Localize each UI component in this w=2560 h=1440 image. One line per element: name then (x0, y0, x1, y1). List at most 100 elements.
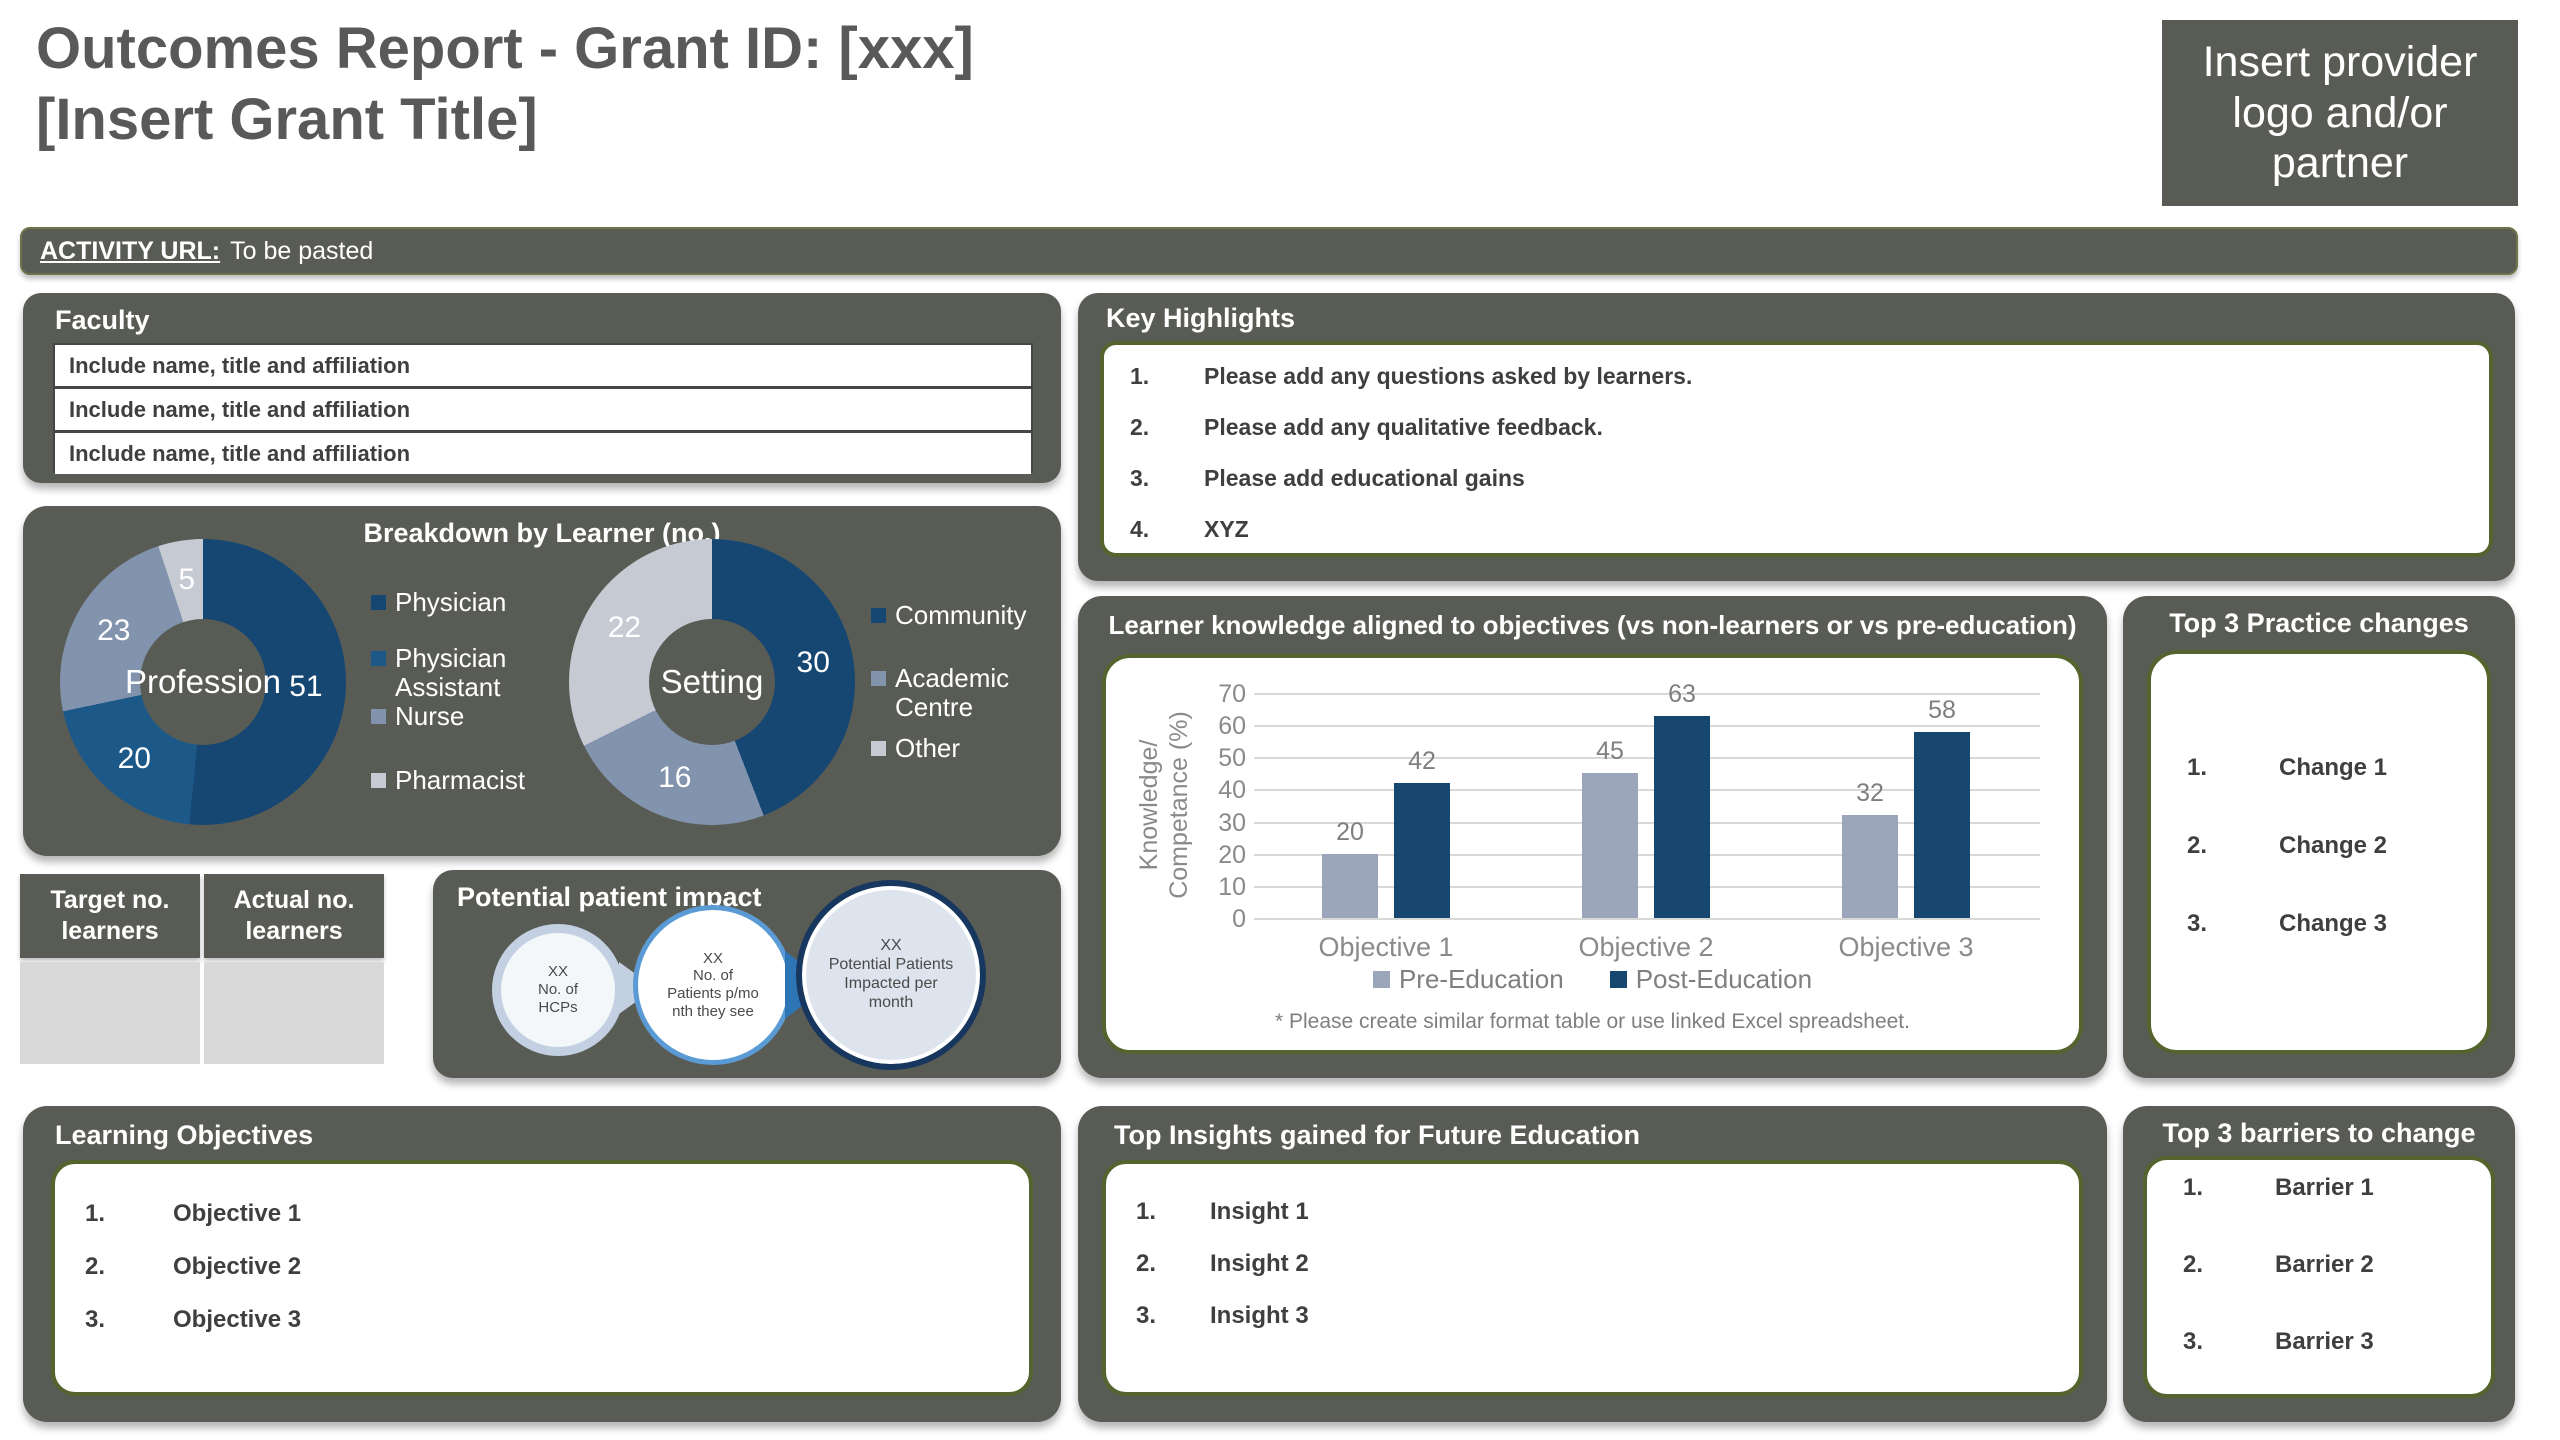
list-item-text: Change 2 (2279, 832, 2387, 860)
gridline (1254, 725, 2040, 727)
list-item-text: Barrier 2 (2275, 1251, 2374, 1279)
hcp-count-circle: XXNo. ofHCPs (492, 924, 624, 1056)
donut-chart-setting: 30 16 22 Setting (569, 539, 855, 825)
chart-footnote: * Please create similar format table or … (1106, 1010, 2079, 1034)
faculty-title: Faculty (55, 305, 150, 336)
legend-swatch-icon (371, 595, 386, 610)
bar-post-education (1654, 716, 1710, 919)
list-item-text: Objective 3 (173, 1306, 301, 1334)
legend-label: Academic Centre (895, 664, 1073, 721)
bar-post-education (1394, 783, 1450, 918)
legend-label: Physician (395, 588, 573, 617)
faculty-row-text: Include name, title and affiliation (69, 353, 410, 379)
bar-value-label: 20 (1305, 818, 1395, 847)
learners-table: Target no. learners Actual no. learners (20, 874, 384, 1064)
donut-value-label: 22 (608, 611, 641, 645)
insights-card: 1.Insight 12.Insight 23.Insight 3 (1102, 1160, 2083, 1396)
list-item-text: Barrier 1 (2275, 1174, 2374, 1202)
legend-swatch-icon (871, 671, 886, 686)
practice-changes-panel: Top 3 Practice changes 1.Change 12.Chang… (2123, 596, 2515, 1078)
bar-value-label: 32 (1825, 779, 1915, 808)
activity-url-label: ACTIVITY URL: (40, 237, 220, 266)
barriers-title: Top 3 barriers to change (2123, 1118, 2515, 1149)
circle-text-line: Patients p/mo (667, 985, 759, 1003)
y-axis-tick-label: 50 (1164, 743, 1246, 773)
breakdown-by-learner-panel: Breakdown by Learner (no.) 5120235Profes… (23, 506, 1061, 856)
list-item-number: 1. (2183, 1174, 2203, 1202)
legend-swatch-icon (871, 608, 886, 623)
insights-title: Top Insights gained for Future Education (1114, 1120, 1640, 1151)
x-axis-category-label: Objective 2 (1536, 932, 1756, 963)
donut-value-label: 23 (97, 614, 130, 648)
x-axis-category-label: Objective 3 (1796, 932, 2016, 963)
faculty-row[interactable]: Include name, title and affiliation (55, 345, 1031, 389)
list-item-number: 1. (2187, 754, 2207, 782)
learning-objectives-panel: Learning Objectives 1.Objective 12.Objec… (23, 1106, 1061, 1422)
actual-learners-header: Actual no. learners (204, 874, 384, 958)
learner-knowledge-title: Learner knowledge aligned to objectives … (1078, 610, 2107, 641)
faculty-row[interactable]: Include name, title and affiliation (55, 389, 1031, 433)
donut-value-label: 30 (797, 646, 830, 680)
bar-pre-education (1582, 773, 1638, 918)
legend-swatch-icon (371, 651, 386, 666)
circle-text-line: nth they see (667, 1003, 759, 1021)
list-item-number: 3. (85, 1306, 105, 1334)
list-item-number: 3. (1130, 465, 1149, 492)
learner-knowledge-panel: Learner knowledge aligned to objectives … (1078, 596, 2107, 1078)
y-axis-tick-label: 40 (1164, 775, 1246, 805)
list-item-text: XYZ (1204, 516, 1249, 543)
y-axis-tick-label: 70 (1164, 679, 1246, 709)
list-item-text: Barrier 3 (2275, 1328, 2374, 1356)
patients-per-month-circle: XXNo. ofPatients p/month they see (633, 905, 793, 1065)
page-title-line1: Outcomes Report - Grant ID: [xxx] (36, 14, 1436, 85)
list-item-number: 2. (2187, 832, 2207, 860)
list-item-text: Objective 1 (173, 1200, 301, 1228)
list-item-number: 2. (2183, 1251, 2203, 1279)
donut-center-label: Setting (661, 663, 764, 701)
list-item-number: 3. (1136, 1302, 1156, 1330)
legend-swatch-icon (371, 709, 386, 724)
circle-text-line: XX (538, 963, 578, 981)
faculty-rows: Include name, title and affiliation Inclu… (53, 343, 1033, 473)
legend-item: Other (871, 734, 1073, 763)
circle-text-line: XX (829, 937, 954, 956)
legend-label: Other (895, 734, 1073, 763)
donut-hole: Setting (649, 619, 775, 745)
activity-url-bar[interactable]: ACTIVITY URL: To be pasted (20, 227, 2518, 275)
circle-text-line: Impacted per (829, 975, 954, 994)
target-learners-header: Target no. learners (20, 874, 200, 958)
legend-swatch-icon (1610, 971, 1627, 988)
list-item-text: Please add any qualitative feedback. (1204, 414, 1603, 441)
provider-logo-placeholder[interactable]: Insert provider logo and/or partner (2162, 20, 2518, 206)
bar-pre-education (1842, 815, 1898, 918)
bar-pre-education (1322, 854, 1378, 918)
chart-legend-item: Post-Education (1610, 964, 1812, 995)
actual-learners-cell[interactable] (204, 962, 384, 1064)
list-item-text: Change 1 (2279, 754, 2387, 782)
key-highlights-panel: Key Highlights 1.Please add any question… (1078, 293, 2515, 581)
bar-value-label: 63 (1637, 680, 1727, 709)
legend-label: Pharmacist (395, 766, 573, 795)
faculty-row-text: Include name, title and affiliation (69, 397, 410, 423)
list-item-number: 4. (1130, 516, 1149, 543)
donut-value-label: 16 (658, 761, 691, 795)
list-item-number: 1. (1136, 1198, 1156, 1226)
chart-legend: Pre-Education Post-Education (1106, 964, 2079, 995)
chart-legend-label: Pre-Education (1399, 964, 1564, 995)
legend-item: Pharmacist (371, 766, 573, 795)
donut-hole: Profession (140, 619, 266, 745)
target-learners-cell[interactable] (20, 962, 200, 1064)
list-item-text: Please add educational gains (1204, 465, 1525, 492)
chart-legend-label: Post-Education (1636, 964, 1812, 995)
circle-text-line: XX (667, 950, 759, 968)
y-axis-tick-label: 10 (1164, 872, 1246, 902)
activity-url-value: To be pasted (230, 237, 373, 266)
legend-swatch-icon (1373, 971, 1390, 988)
donut-value-label: 5 (178, 563, 195, 597)
faculty-row-text: Include name, title and affiliation (69, 441, 410, 467)
bar-value-label: 58 (1897, 696, 1987, 725)
potential-patients-circle: XXPotential PatientsImpacted permonth (796, 880, 986, 1070)
page-title-line2: [Insert Grant Title] (36, 85, 1436, 156)
faculty-row[interactable]: Include name, title and affiliation (55, 433, 1031, 474)
circle-text-line: No. of (667, 967, 759, 985)
